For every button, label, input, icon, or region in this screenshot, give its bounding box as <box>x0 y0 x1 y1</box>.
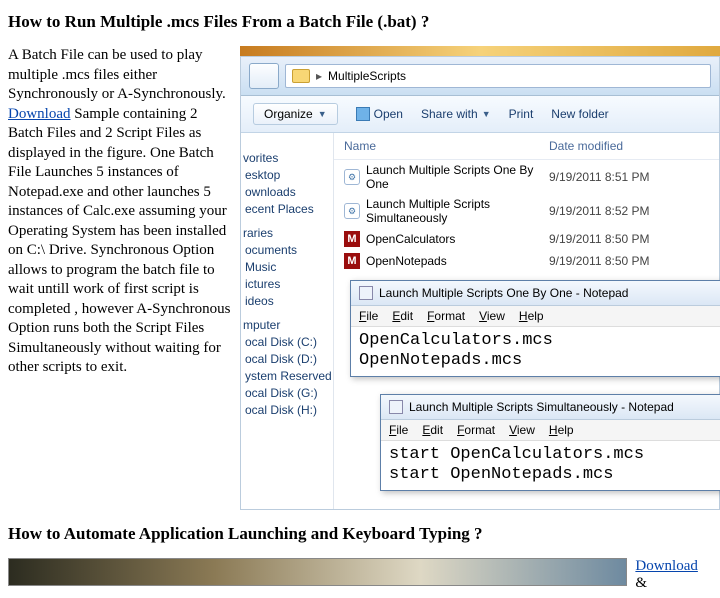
footer-text: Download & <box>635 558 712 592</box>
notepad1-titlebar: Launch Multiple Scripts One By One - Not… <box>351 281 720 306</box>
file-date: 9/19/2011 8:51 PM <box>549 170 709 184</box>
file-date: 9/19/2011 8:50 PM <box>549 232 709 246</box>
notepad-icon <box>389 400 403 414</box>
file-date: 9/19/2011 8:50 PM <box>549 254 709 268</box>
explorer-toolbar: Organize ▼ Open Share with ▼ Print New f… <box>241 96 719 133</box>
file-date: 9/19/2011 8:52 PM <box>549 204 709 218</box>
share-button[interactable]: Share with ▼ <box>421 107 491 121</box>
notepad2-body[interactable]: start OpenCalculators.mcs start OpenNote… <box>381 441 720 490</box>
footer-thumbnail <box>8 558 627 586</box>
menu-file[interactable]: File <box>359 309 378 323</box>
screenshot-area: ▸ MultipleScripts Organize ▼ Open Share … <box>240 46 720 510</box>
explorer-sidebar: vorites esktop ownloads ecent Places rar… <box>241 133 333 510</box>
menu-help[interactable]: Help <box>549 423 574 437</box>
notepad1-body[interactable]: OpenCalculators.mcs OpenNotepads.mcs <box>351 327 720 376</box>
bat-file-icon: ⚙ <box>344 203 360 219</box>
menu-format[interactable]: Format <box>457 423 495 437</box>
sidebar-item-disk-g[interactable]: ocal Disk (G:) <box>243 386 327 400</box>
bat-file-icon: ⚙ <box>344 169 360 185</box>
notepad1-title: Launch Multiple Scripts One By One - Not… <box>379 286 628 300</box>
share-label: Share with <box>421 107 478 121</box>
open-label: Open <box>374 107 403 121</box>
menu-edit[interactable]: Edit <box>392 309 413 323</box>
menu-help[interactable]: Help <box>519 309 544 323</box>
chevron-down-icon: ▼ <box>482 109 491 119</box>
print-button[interactable]: Print <box>509 107 534 121</box>
sidebar-item-recent[interactable]: ecent Places <box>243 202 327 216</box>
download-link[interactable]: Download <box>8 106 71 122</box>
chevron-down-icon: ▼ <box>318 109 327 119</box>
new-folder-button[interactable]: New folder <box>551 107 608 121</box>
notepad2-titlebar: Launch Multiple Scripts Simultaneously -… <box>381 395 720 420</box>
body-paragraph: A Batch File can be used to play multipl… <box>8 46 234 510</box>
mcs-file-icon: M <box>344 253 360 269</box>
sidebar-item-disk-c[interactable]: ocal Disk (C:) <box>243 335 327 349</box>
file-row[interactable]: ⚙ Launch Multiple Scripts One By One 9/19/… <box>334 160 719 194</box>
para-text-2: Sample containing 2 Batch Files and 2 Sc… <box>8 106 230 376</box>
para-text-1: A Batch File can be used to play multipl… <box>8 47 226 102</box>
heading-1: How to Run Multiple .mcs Files From a Ba… <box>8 12 712 32</box>
menu-view[interactable]: View <box>479 309 505 323</box>
sidebar-item-music[interactable]: Music <box>243 260 327 274</box>
nav-back-button[interactable] <box>249 63 279 89</box>
notepad-window-1: Launch Multiple Scripts One By One - Not… <box>350 280 720 377</box>
sidebar-item-disk-h[interactable]: ocal Disk (H:) <box>243 403 327 417</box>
menu-edit[interactable]: Edit <box>422 423 443 437</box>
path-box[interactable]: ▸ MultipleScripts <box>285 64 711 88</box>
sidebar-item-desktop[interactable]: esktop <box>243 168 327 182</box>
footer-row: Download & <box>8 558 712 592</box>
footer-download-link[interactable]: Download <box>635 558 698 574</box>
folder-icon <box>292 69 310 83</box>
sidebar-computer[interactable]: mputer <box>243 318 327 332</box>
file-row[interactable]: M OpenCalculators 9/19/2011 8:50 PM <box>334 228 719 250</box>
file-row[interactable]: ⚙ Launch Multiple Scripts Simultaneously 9… <box>334 194 719 228</box>
footer-rest: & <box>635 575 647 591</box>
open-button[interactable]: Open <box>356 107 403 121</box>
col-date[interactable]: Date modified <box>549 139 709 153</box>
organize-button[interactable]: Organize ▼ <box>253 103 338 125</box>
sidebar-item-downloads[interactable]: ownloads <box>243 185 327 199</box>
menu-view[interactable]: View <box>509 423 535 437</box>
column-headers: Name Date modified <box>334 133 719 160</box>
notepad2-title: Launch Multiple Scripts Simultaneously -… <box>409 400 674 414</box>
sidebar-favorites[interactable]: vorites <box>243 151 327 165</box>
notepad2-menu: File Edit Format View Help <box>381 420 720 441</box>
app-icon <box>356 107 370 121</box>
file-row[interactable]: M OpenNotepads 9/19/2011 8:50 PM <box>334 250 719 272</box>
chevron-right-icon: ▸ <box>316 69 322 83</box>
sidebar-libraries[interactable]: raries <box>243 226 327 240</box>
sidebar-item-pictures[interactable]: ictures <box>243 277 327 291</box>
file-name: OpenNotepads <box>366 254 543 268</box>
file-name: Launch Multiple Scripts One By One <box>366 163 543 191</box>
address-bar-row: ▸ MultipleScripts <box>241 57 719 96</box>
path-text: MultipleScripts <box>328 69 406 83</box>
organize-label: Organize <box>264 107 313 121</box>
notepad-icon <box>359 286 373 300</box>
notepad1-menu: File Edit Format View Help <box>351 306 720 327</box>
heading-2: How to Automate Application Launching an… <box>8 524 712 544</box>
col-name[interactable]: Name <box>344 139 549 153</box>
mcs-file-icon: M <box>344 231 360 247</box>
sidebar-item-videos[interactable]: ideos <box>243 294 327 308</box>
file-name: Launch Multiple Scripts Simultaneously <box>366 197 543 225</box>
file-name: OpenCalculators <box>366 232 543 246</box>
window-border-gradient <box>240 46 720 56</box>
menu-file[interactable]: File <box>389 423 408 437</box>
notepad-window-2: Launch Multiple Scripts Simultaneously -… <box>380 394 720 491</box>
sidebar-item-disk-d[interactable]: ocal Disk (D:) <box>243 352 327 366</box>
menu-format[interactable]: Format <box>427 309 465 323</box>
sidebar-item-system-reserved[interactable]: ystem Reserved <box>243 369 327 383</box>
sidebar-item-documents[interactable]: ocuments <box>243 243 327 257</box>
